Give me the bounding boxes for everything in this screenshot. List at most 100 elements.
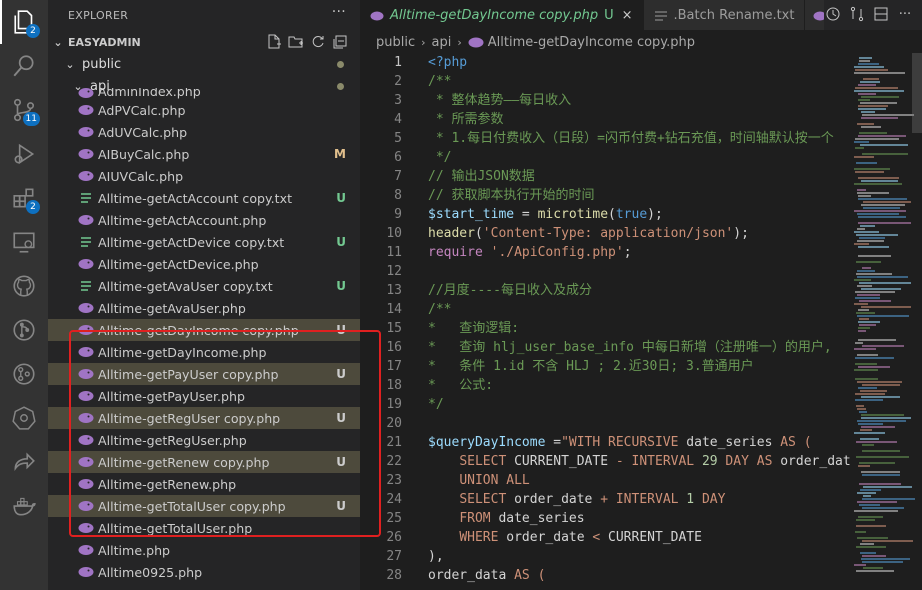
tab-alltime-getdayincome-copy[interactable]: Alltime-getDayIncome copy.php U × bbox=[360, 0, 644, 30]
minimap-line bbox=[863, 486, 912, 488]
minimap-line bbox=[857, 192, 889, 194]
file-item[interactable]: Alltime-getTotalUser copy.php U bbox=[48, 495, 360, 517]
minimap-line bbox=[855, 378, 878, 380]
file-item[interactable]: Alltime-getPayUser.php bbox=[48, 385, 360, 407]
file-item[interactable]: AIUVCalc.php bbox=[48, 165, 360, 187]
line-number: 9 bbox=[394, 207, 402, 222]
code-line: 6 */ bbox=[360, 148, 850, 167]
run-debug-icon[interactable] bbox=[0, 132, 48, 176]
file-item[interactable]: Alltime-getTotalUser.php bbox=[48, 517, 360, 539]
folder-public[interactable]: ⌄ public bbox=[48, 53, 360, 75]
new-folder-icon[interactable] bbox=[288, 34, 304, 50]
git-graph-icon[interactable] bbox=[0, 308, 48, 352]
code-token: * 条件 1.id 不含 HLJ ; 2.近30日; 3.普通用户 bbox=[428, 359, 754, 374]
file-label: AdPVCalc.php bbox=[98, 102, 186, 118]
timeline-icon[interactable] bbox=[824, 6, 842, 24]
file-item[interactable]: Alltime-getActDevice copy.txt U bbox=[48, 231, 360, 253]
file-item[interactable]: Alltime.php bbox=[48, 539, 360, 561]
source-control-icon[interactable]: 11 bbox=[0, 88, 48, 132]
new-file-icon[interactable] bbox=[266, 34, 282, 50]
split-editor-icon[interactable] bbox=[872, 6, 890, 24]
code-token: AS ( bbox=[514, 568, 546, 583]
code-token: // 获取脚本执行开始的时间 bbox=[428, 188, 595, 203]
file-label: Alltime-getActAccount copy.txt bbox=[98, 190, 293, 206]
code-token: "WITH RECURSIVE bbox=[561, 435, 687, 450]
code-token: order_date bbox=[514, 492, 601, 507]
code-line: 11 require './ApiConfig.php'; bbox=[360, 243, 850, 262]
file-item[interactable]: Alltime-getPayUser copy.php U bbox=[48, 363, 360, 385]
breadcrumb-item[interactable]: Alltime-getDayIncome copy.php bbox=[488, 35, 695, 50]
minimap-line bbox=[861, 417, 911, 419]
file-item[interactable]: Alltime-getDayIncome copy.php U bbox=[48, 319, 360, 341]
minimap[interactable] bbox=[850, 53, 922, 590]
php-icon bbox=[78, 566, 94, 578]
more-actions-icon[interactable]: ··· bbox=[332, 4, 346, 20]
file-item[interactable]: Alltime-getRenew copy.php U bbox=[48, 451, 360, 473]
file-item[interactable]: Alltime-getActAccount.php bbox=[48, 209, 360, 231]
git-status-badge: U bbox=[336, 411, 346, 425]
git-status-badge: U bbox=[336, 323, 346, 337]
code-token: order_date bbox=[506, 530, 593, 545]
file-item[interactable]: AdminIndex.php bbox=[48, 88, 360, 99]
gitlens-icon[interactable] bbox=[0, 352, 48, 396]
code-line: 22 SELECT CURRENT_DATE - INTERVAL 29 DAY… bbox=[360, 452, 850, 471]
code-line: 5 * 1.每日付费收入（日段）=闪币付费+钻石充值，时间轴默认按一个 bbox=[360, 129, 850, 148]
minimap-line bbox=[854, 432, 885, 434]
code-token: order_data bbox=[428, 568, 515, 583]
file-label: AIBuyCalc.php bbox=[98, 146, 190, 162]
file-item[interactable]: AIBuyCalc.php M bbox=[48, 143, 360, 165]
code-token: 'Content-Type: application/json' bbox=[482, 226, 734, 241]
kubernetes-icon[interactable] bbox=[0, 396, 48, 440]
file-item[interactable]: Alltime-getActAccount copy.txt U bbox=[48, 187, 360, 209]
minimap-line bbox=[858, 222, 911, 224]
minimap-line bbox=[862, 540, 913, 542]
collapse-all-icon[interactable] bbox=[332, 34, 348, 50]
close-icon[interactable]: × bbox=[622, 8, 633, 23]
file-item[interactable]: Alltime-getDayIncome.php bbox=[48, 341, 360, 363]
extensions-icon[interactable]: 2 bbox=[0, 176, 48, 220]
tab-batch-rename[interactable]: .Batch Rename.txt bbox=[643, 0, 806, 30]
chevron-right-icon: › bbox=[457, 35, 462, 49]
file-item[interactable]: AdUVCalc.php bbox=[48, 121, 360, 143]
scrollbar[interactable] bbox=[912, 53, 922, 133]
file-item[interactable]: Alltime-getRegUser.php bbox=[48, 429, 360, 451]
share-icon[interactable] bbox=[0, 440, 48, 484]
file-item[interactable]: Alltime0925.php bbox=[48, 561, 360, 583]
code-editor[interactable]: 1 <?php 2/** 3 * 整体趋势——每日收入 4 * 所需参数 5 * 1.每日… bbox=[360, 53, 850, 590]
code-token: ; bbox=[623, 245, 632, 260]
file-label: Alltime-getRegUser copy.php bbox=[98, 410, 281, 426]
minimap-line bbox=[861, 426, 895, 428]
breadcrumb-item[interactable]: public bbox=[376, 35, 415, 50]
docker-icon[interactable] bbox=[0, 484, 48, 528]
remote-explorer-icon[interactable] bbox=[0, 220, 48, 264]
compare-changes-icon[interactable] bbox=[848, 6, 866, 24]
minimap-line bbox=[855, 531, 866, 533]
file-item[interactable]: Alltime-getAvaUser copy.txt U bbox=[48, 275, 360, 297]
file-item[interactable]: AdPVCalc.php bbox=[48, 99, 360, 121]
explorer-icon[interactable]: 2 bbox=[0, 0, 48, 44]
minimap-line bbox=[862, 555, 886, 557]
file-item[interactable]: Alltime-getAvaUser.php bbox=[48, 297, 360, 319]
breadcrumb-item[interactable]: api bbox=[432, 35, 452, 50]
search-icon[interactable] bbox=[0, 44, 48, 88]
minimap-line bbox=[855, 297, 880, 299]
file-item[interactable]: Alltime-getRenew.php bbox=[48, 473, 360, 495]
file-item[interactable]: Alltime-getActDevice.php bbox=[48, 253, 360, 275]
minimap-line bbox=[858, 93, 876, 95]
minimap-line bbox=[858, 327, 870, 329]
refresh-icon[interactable] bbox=[310, 34, 326, 50]
minimap-line bbox=[862, 498, 915, 500]
minimap-line bbox=[859, 483, 901, 485]
minimap-line bbox=[862, 114, 914, 116]
github-icon[interactable] bbox=[0, 264, 48, 308]
project-section-header[interactable]: ⌄ EASYADMIN bbox=[48, 31, 360, 53]
editor-tab-bar: Alltime-getDayIncome copy.php U × .Batch… bbox=[360, 0, 922, 30]
more-actions-icon[interactable]: ··· bbox=[896, 6, 914, 24]
minimap-line bbox=[861, 117, 898, 119]
line-number: 13 bbox=[386, 283, 402, 298]
file-item[interactable]: Alltime-getRegUser copy.php U bbox=[48, 407, 360, 429]
minimap-line bbox=[862, 450, 900, 452]
minimap-line bbox=[858, 198, 907, 200]
